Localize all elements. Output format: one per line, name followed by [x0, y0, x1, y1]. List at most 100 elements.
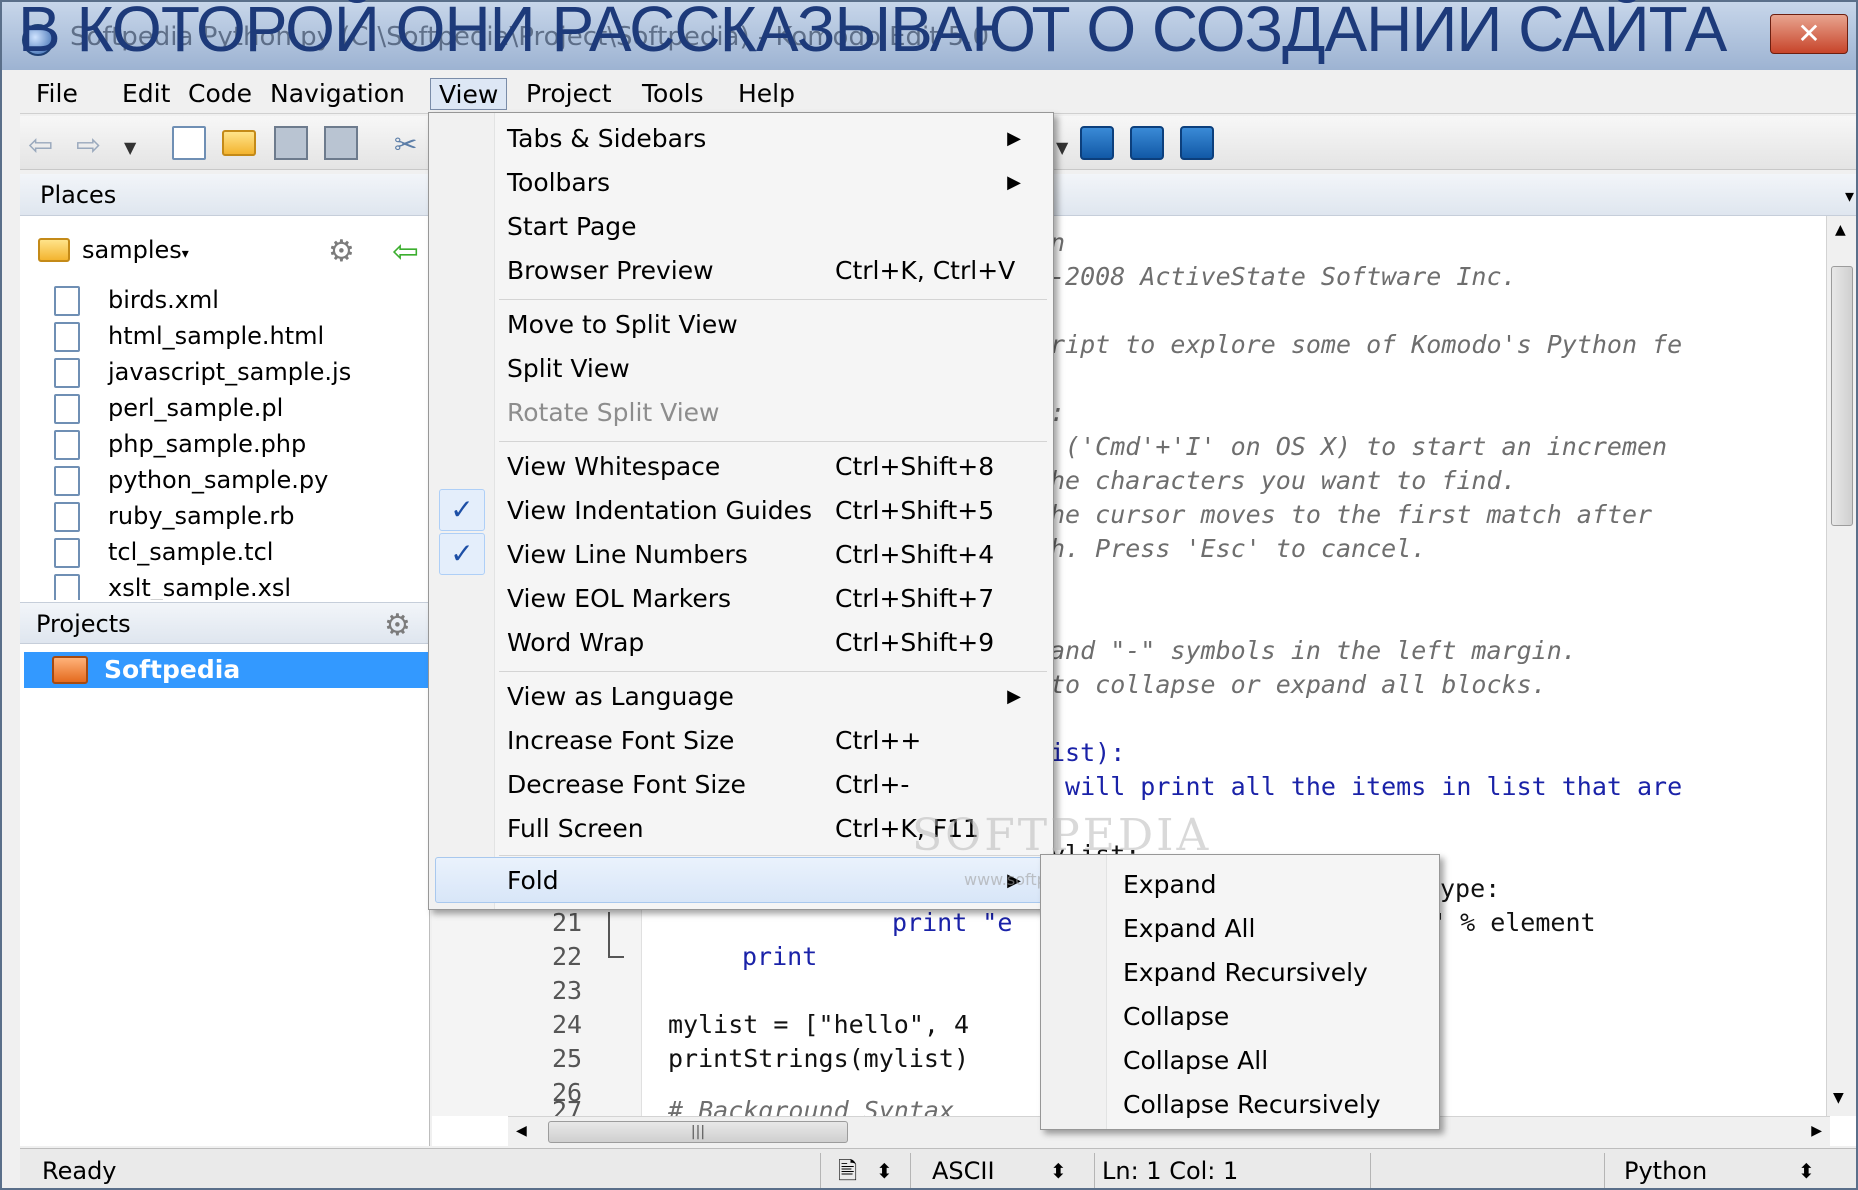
menu-item-expand-all[interactable]: Expand All: [1123, 907, 1255, 951]
file-icon: [54, 358, 80, 388]
save-all-icon[interactable]: [324, 126, 358, 160]
file-item[interactable]: perl_sample.pl: [20, 392, 430, 426]
fold-marker[interactable]: [608, 912, 624, 958]
menu-edit[interactable]: Edit: [114, 78, 178, 110]
menu-item-tabs-sidebars[interactable]: Tabs & Sidebars ▶: [507, 117, 1047, 161]
file-item[interactable]: tcl_sample.tcl: [20, 536, 430, 570]
file-item[interactable]: ruby_sample.rb: [20, 500, 430, 534]
projects-gear-icon[interactable]: ⚙: [384, 608, 411, 643]
file-icon: [54, 574, 80, 600]
menu-item-expand-recursively[interactable]: Expand Recursively: [1123, 951, 1368, 995]
file-label: html_sample.html: [108, 322, 325, 350]
cut-icon[interactable]: ✂: [394, 128, 417, 161]
menu-item-split-view[interactable]: Split View: [507, 347, 1047, 391]
menu-item-browser-preview[interactable]: Browser Preview Ctrl+K, Ctrl+V: [507, 249, 1047, 293]
code-line: print "e: [892, 908, 1013, 937]
open-folder-icon[interactable]: [222, 130, 256, 156]
status-file-icon[interactable]: 🖹: [838, 1149, 857, 1188]
menu-file[interactable]: File: [28, 78, 86, 110]
save-icon[interactable]: [274, 126, 308, 160]
menu-item-word-wrap[interactable]: Word Wrap Ctrl+Shift+9: [507, 621, 1047, 665]
history-dropdown-icon[interactable]: ▼: [124, 138, 136, 157]
vertical-scrollbar[interactable]: ▲ ▼: [1826, 216, 1856, 1116]
places-header: Places: [20, 174, 430, 216]
view-menu-dropdown: Tabs & Sidebars ▶ Toolbars ▶ Start Page Br…: [428, 112, 1054, 910]
file-icon: [54, 286, 80, 316]
file-icon: [54, 430, 80, 460]
toolbar-dropdown-icon[interactable]: ▼: [1056, 138, 1068, 157]
menu-item-toolbars[interactable]: Toolbars ▶: [507, 161, 1047, 205]
forward-icon[interactable]: ⇨: [76, 128, 101, 163]
menu-tools[interactable]: Tools: [634, 78, 712, 110]
menu-code[interactable]: Code: [180, 78, 260, 110]
file-item[interactable]: birds.xml: [20, 284, 430, 318]
menu-item-collapse-recursively[interactable]: Collapse Recursively: [1123, 1083, 1381, 1127]
project-item-selected[interactable]: Softpedia: [24, 652, 430, 688]
status-language[interactable]: Python: [1624, 1149, 1707, 1188]
check-mark-icon: ✓: [439, 489, 485, 531]
encoding-spinner-icon[interactable]: ⬍: [1050, 1149, 1067, 1188]
file-item[interactable]: html_sample.html: [20, 320, 430, 354]
menu-item-decrease-font-size[interactable]: Decrease Font Size Ctrl+-: [507, 763, 1047, 807]
line-number: 24: [552, 1010, 583, 1039]
file-item[interactable]: xslt_sample.xsl: [20, 572, 430, 600]
file-label: ruby_sample.rb: [108, 502, 295, 530]
code-line: -2008 ActiveState Software Inc.: [1050, 262, 1517, 291]
menu-navigation[interactable]: Navigation: [262, 78, 413, 110]
back-icon[interactable]: ⇦: [28, 128, 53, 163]
code-line: to collapse or expand all blocks.: [1050, 670, 1547, 699]
vertical-scroll-thumb[interactable]: [1831, 266, 1853, 526]
file-label: javascript_sample.js: [108, 358, 352, 386]
language-spinner-icon[interactable]: ⬍: [1798, 1149, 1815, 1188]
scroll-right-icon[interactable]: ▶: [1811, 1123, 1822, 1139]
projects-header: Projects: [20, 602, 430, 644]
gear-icon[interactable]: ⚙: [328, 234, 355, 269]
new-file-icon[interactable]: [172, 126, 206, 160]
close-button[interactable]: ✕: [1770, 14, 1848, 54]
menu-item-view-line-numbers[interactable]: View Line Numbers Ctrl+Shift+4: [507, 533, 1047, 577]
file-label: python_sample.py: [108, 466, 329, 494]
menu-help[interactable]: Help: [730, 78, 803, 110]
check-mark-icon: ✓: [439, 533, 485, 575]
go-up-icon[interactable]: ⇦: [392, 232, 419, 270]
menu-view[interactable]: View: [430, 78, 508, 110]
scroll-down-icon[interactable]: ▼: [1833, 1090, 1844, 1106]
file-icon: [54, 466, 80, 496]
status-spinner-icon[interactable]: ⬍: [876, 1149, 893, 1188]
tools-icon[interactable]: [1180, 126, 1214, 160]
code-line: ('Cmd'+'I' on OS X) to start an incremen: [1050, 432, 1668, 461]
editor-tabs-bar: ▾: [1052, 174, 1856, 216]
code-line: printStrings(mylist): [668, 1044, 970, 1073]
menu-item-view-eol-markers[interactable]: View EOL Markers Ctrl+Shift+7: [507, 577, 1047, 621]
inbox-icon[interactable]: [1080, 126, 1114, 160]
menu-item-view-whitespace[interactable]: View Whitespace Ctrl+Shift+8: [507, 445, 1047, 489]
code-line: he characters you want to find.: [1050, 466, 1517, 495]
menu-item-expand[interactable]: Expand: [1123, 863, 1217, 907]
status-encoding[interactable]: ASCII: [932, 1149, 995, 1188]
menu-item-move-to-split-view[interactable]: Move to Split View: [507, 303, 1047, 347]
scroll-up-icon[interactable]: ▲: [1835, 222, 1846, 238]
menu-project[interactable]: Project: [518, 78, 620, 110]
menu-item-increase-font-size[interactable]: Increase Font Size Ctrl++: [507, 719, 1047, 763]
menu-item-collapse-all[interactable]: Collapse All: [1123, 1039, 1268, 1083]
file-item[interactable]: python_sample.py: [20, 464, 430, 498]
menu-item-rotate-split-view: Rotate Split View: [507, 398, 720, 427]
horizontal-scroll-thumb[interactable]: |||: [548, 1121, 848, 1143]
file-label: perl_sample.pl: [108, 394, 284, 422]
submenu-arrow-icon: ▶: [1007, 128, 1021, 149]
line-number: 22: [552, 942, 583, 971]
tabs-dropdown-icon[interactable]: ▾: [1845, 186, 1854, 207]
places-folder-row[interactable]: samples▾ ⚙ ⇦: [20, 232, 430, 272]
menu-item-collapse[interactable]: Collapse: [1123, 995, 1229, 1039]
toolbox-icon[interactable]: [1130, 126, 1164, 160]
scroll-left-icon[interactable]: ◀: [516, 1123, 527, 1139]
menu-item-view-indentation-guides[interactable]: View Indentation Guides Ctrl+Shift+5: [507, 489, 1047, 533]
fold-submenu: Expand Expand All Expand Recursively Col…: [1040, 854, 1440, 1130]
file-item[interactable]: javascript_sample.js: [20, 356, 430, 390]
menu-item-view-as-language[interactable]: View as Language ▶: [507, 675, 1047, 719]
line-number: 25: [552, 1044, 583, 1073]
file-item[interactable]: php_sample.php: [20, 428, 430, 462]
code-line: print: [742, 942, 818, 971]
menu-item-start-page[interactable]: Start Page: [507, 205, 1047, 249]
menu-icon-strip: [1041, 855, 1107, 1129]
